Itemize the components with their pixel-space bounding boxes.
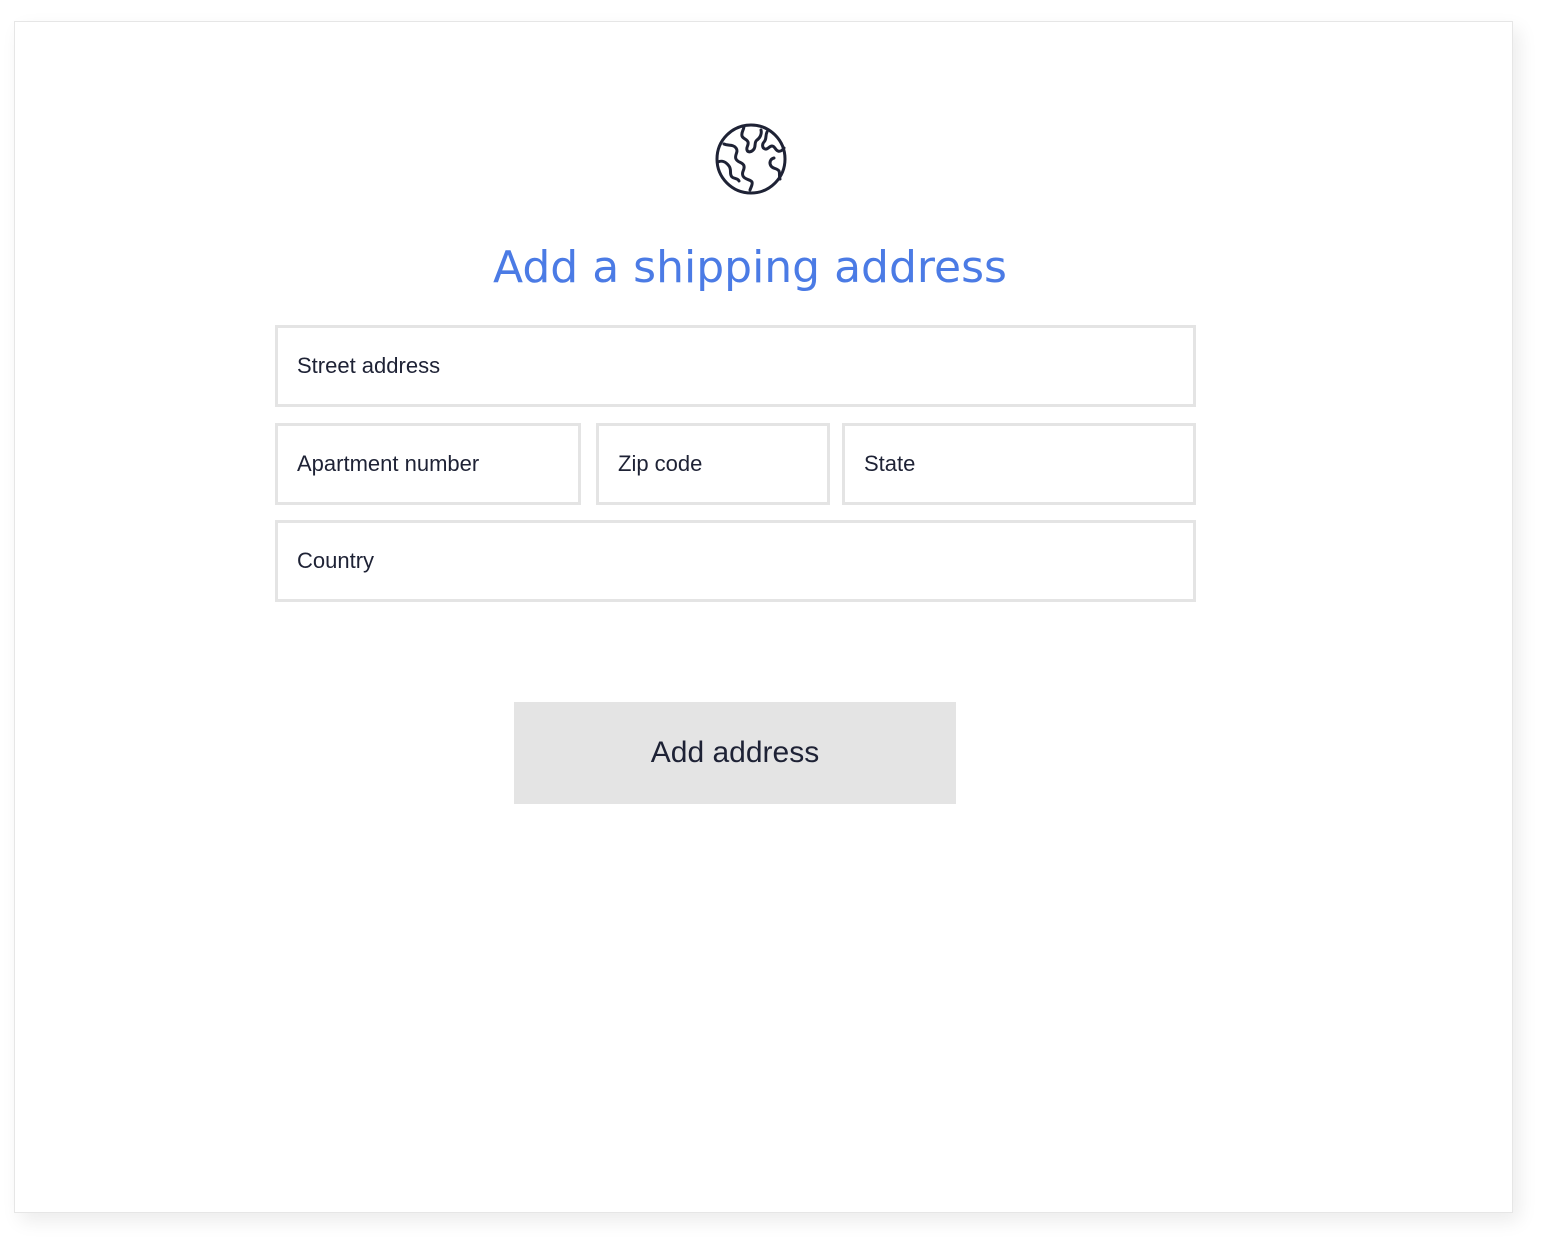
street-address-input[interactable] bbox=[278, 328, 1193, 404]
apartment-number-input[interactable] bbox=[278, 426, 578, 502]
address-card: Add a shipping address bbox=[14, 21, 1513, 1213]
country-field[interactable] bbox=[275, 520, 1196, 602]
state-field[interactable] bbox=[842, 423, 1196, 505]
zip-code-input[interactable] bbox=[599, 426, 827, 502]
zip-code-field[interactable] bbox=[596, 423, 830, 505]
state-input[interactable] bbox=[845, 426, 1193, 502]
globe-icon bbox=[715, 123, 787, 195]
country-input[interactable] bbox=[278, 523, 1193, 599]
page-title: Add a shipping address bbox=[493, 242, 1007, 293]
apartment-number-field[interactable] bbox=[275, 423, 581, 505]
street-address-field[interactable] bbox=[275, 325, 1196, 407]
add-address-button[interactable]: Add address bbox=[514, 702, 956, 804]
